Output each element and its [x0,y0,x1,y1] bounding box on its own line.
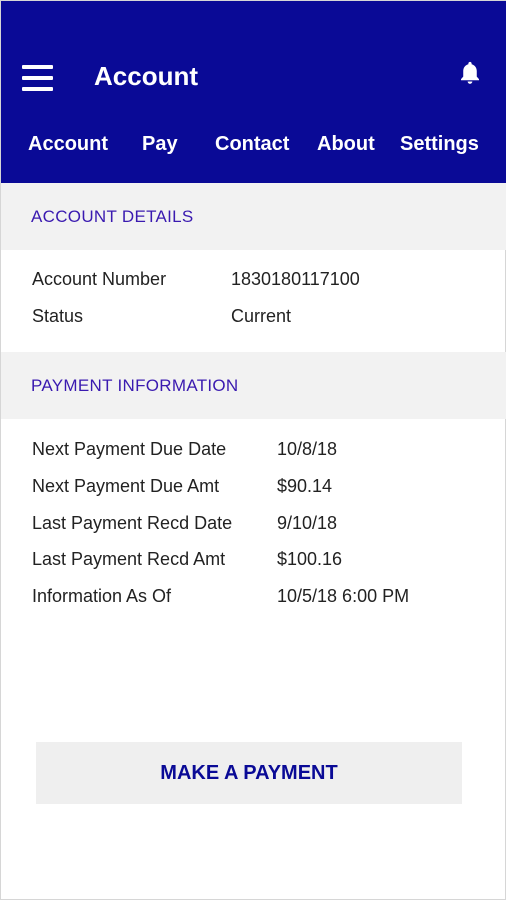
last-payment-recd-date-label: Last Payment Recd Date [32,513,233,533]
tab-bar: Account Pay Contact About Settings [1,129,506,169]
next-payment-due-date-label: Next Payment Due Date [32,439,227,459]
last-payment-recd-amt-value: $100.16 [277,549,343,569]
make-payment-button[interactable]: MAKE A PAYMENT [36,742,462,804]
status-value: Current [231,306,292,326]
app-header: Account Account Pay Contact About Settin… [1,1,506,183]
last-payment-recd-date-value: 9/10/18 [277,513,338,533]
tab-pay[interactable]: Pay [142,133,178,156]
next-payment-due-amt-value: $90.14 [277,476,333,496]
last-payment-recd-amt-label: Last Payment Recd Amt [32,549,226,569]
account-details-header: ACCOUNT DETAILS [1,183,506,250]
payment-information-header: PAYMENT INFORMATION [1,352,506,419]
hamburger-menu-icon[interactable] [22,65,53,91]
tab-about[interactable]: About [317,133,375,156]
status-label: Status [32,306,84,326]
tab-contact[interactable]: Contact [215,133,289,156]
information-as-of-label: Information As Of [32,586,172,606]
account-number-value: 1830180117100 [231,269,360,289]
page-title: Account [94,61,198,91]
tab-account[interactable]: Account [28,133,108,156]
next-payment-due-date-value: 10/8/18 [277,439,338,459]
app-screen: Account Account Pay Contact About Settin… [0,0,506,900]
information-as-of-value: 10/5/18 6:00 PM [277,586,410,606]
tab-settings[interactable]: Settings [400,133,479,156]
bell-icon[interactable] [456,59,484,87]
next-payment-due-amt-label: Next Payment Due Amt [32,476,220,496]
account-details-title: ACCOUNT DETAILS [31,207,194,226]
make-payment-label: MAKE A PAYMENT [160,762,338,784]
payment-information-title: PAYMENT INFORMATION [31,376,239,395]
account-number-label: Account Number [32,269,167,289]
